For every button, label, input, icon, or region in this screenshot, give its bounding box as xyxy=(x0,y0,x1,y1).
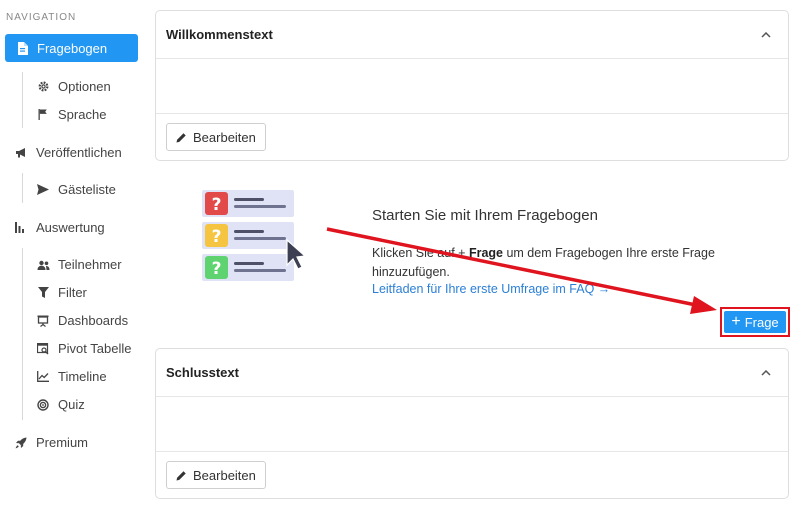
megaphone-icon xyxy=(14,146,28,160)
add-question-highlight: + Frage xyxy=(720,307,790,337)
edit-end-button[interactable]: Bearbeiten xyxy=(166,461,266,489)
presentation-icon xyxy=(36,314,50,328)
end-text-card: Schlusstext Bearbeiten xyxy=(155,348,789,499)
description-bold: Frage xyxy=(468,246,503,260)
card-header: Schlusstext xyxy=(156,349,788,397)
flag-icon xyxy=(36,108,50,122)
rocket-icon xyxy=(14,436,28,450)
nav-label-filter: Filter xyxy=(58,285,87,300)
nav-label-fragebogen: Fragebogen xyxy=(37,40,108,56)
sidebar-navigation: NAVIGATION Fragebogen Optionen Sprache V… xyxy=(0,0,145,516)
empty-state-title: Starten Sie mit Ihrem Fragebogen xyxy=(372,207,598,224)
edit-button-label: Bearbeiten xyxy=(193,129,256,145)
nav-item-auswertung[interactable]: Auswertung xyxy=(14,220,105,235)
nav-label-gaesteliste: Gästeliste xyxy=(58,182,116,197)
card-title: Schlusstext xyxy=(166,365,239,380)
edit-welcome-button[interactable]: Bearbeiten xyxy=(166,123,266,151)
card-title: Willkommenstext xyxy=(166,27,273,42)
nav-item-dashboards[interactable]: Dashboards xyxy=(36,313,128,328)
nav-item-teilnehmer[interactable]: Teilnehmer xyxy=(36,257,122,272)
line-chart-icon xyxy=(36,370,50,384)
card-footer: Bearbeiten xyxy=(156,114,788,160)
nav-item-pivot-tabelle[interactable]: Pivot Tabelle xyxy=(36,341,131,356)
users-icon xyxy=(36,258,50,272)
pencil-icon xyxy=(176,132,187,143)
faq-link[interactable]: Leitfaden für Ihre erste Umfrage im FAQ … xyxy=(372,282,610,296)
document-icon xyxy=(15,41,29,55)
nav-item-sprache[interactable]: Sprache xyxy=(36,107,106,122)
nav-item-filter[interactable]: Filter xyxy=(36,285,87,300)
nav-label-sprache: Sprache xyxy=(58,107,107,122)
submenu-line xyxy=(22,248,23,420)
bar-chart-icon xyxy=(14,221,28,235)
chevron-up-icon[interactable] xyxy=(756,25,776,45)
target-icon xyxy=(36,398,50,412)
card-footer: Bearbeiten xyxy=(156,452,788,498)
add-question-label: Frage xyxy=(744,314,779,330)
gear-icon xyxy=(36,80,50,94)
nav-label-premium: Premium xyxy=(36,435,89,450)
nav-label-teilnehmer: Teilnehmer xyxy=(58,257,122,272)
nav-label-quiz: Quiz xyxy=(58,397,85,412)
submenu-line xyxy=(22,72,23,128)
empty-state-description: Klicken Sie auf + Frage um dem Frageboge… xyxy=(372,244,752,282)
questionnaire-illustration: ? ? ? xyxy=(202,190,307,281)
send-icon xyxy=(36,183,50,197)
submenu-line xyxy=(22,173,23,203)
nav-label-auswertung: Auswertung xyxy=(36,220,105,235)
nav-item-premium[interactable]: Premium xyxy=(14,435,88,450)
nav-label-optionen: Optionen xyxy=(58,79,111,94)
svg-text:?: ? xyxy=(212,227,222,247)
card-body xyxy=(156,397,788,452)
nav-item-veroeffentlichen[interactable]: Veröffentlichen xyxy=(14,145,122,160)
nav-item-gaesteliste[interactable]: Gästeliste xyxy=(36,182,116,197)
nav-item-timeline[interactable]: Timeline xyxy=(36,369,107,384)
nav-label-veroeffentlichen: Veröffentlichen xyxy=(36,145,122,160)
welcome-text-card: Willkommenstext Bearbeiten xyxy=(155,10,789,161)
nav-item-quiz[interactable]: Quiz xyxy=(36,397,85,412)
nav-item-fragebogen[interactable]: Fragebogen xyxy=(5,34,138,62)
card-body xyxy=(156,59,788,114)
table-search-icon xyxy=(36,342,50,356)
svg-text:?: ? xyxy=(212,259,222,279)
nav-label-pivot-tabelle: Pivot Tabelle xyxy=(58,341,132,356)
card-header: Willkommenstext xyxy=(156,11,788,59)
nav-label-timeline: Timeline xyxy=(58,369,107,384)
filter-icon xyxy=(36,286,50,300)
nav-item-optionen[interactable]: Optionen xyxy=(36,79,111,94)
nav-label-dashboards: Dashboards xyxy=(58,313,129,328)
navigation-heading: NAVIGATION xyxy=(6,12,77,23)
svg-text:?: ? xyxy=(212,195,222,215)
plus-icon: + xyxy=(731,313,741,330)
pencil-icon xyxy=(176,470,187,481)
chevron-up-icon[interactable] xyxy=(756,363,776,383)
add-question-button[interactable]: + Frage xyxy=(724,311,786,333)
description-prefix: Klicken Sie auf + xyxy=(372,246,469,260)
edit-button-label: Bearbeiten xyxy=(193,467,256,483)
